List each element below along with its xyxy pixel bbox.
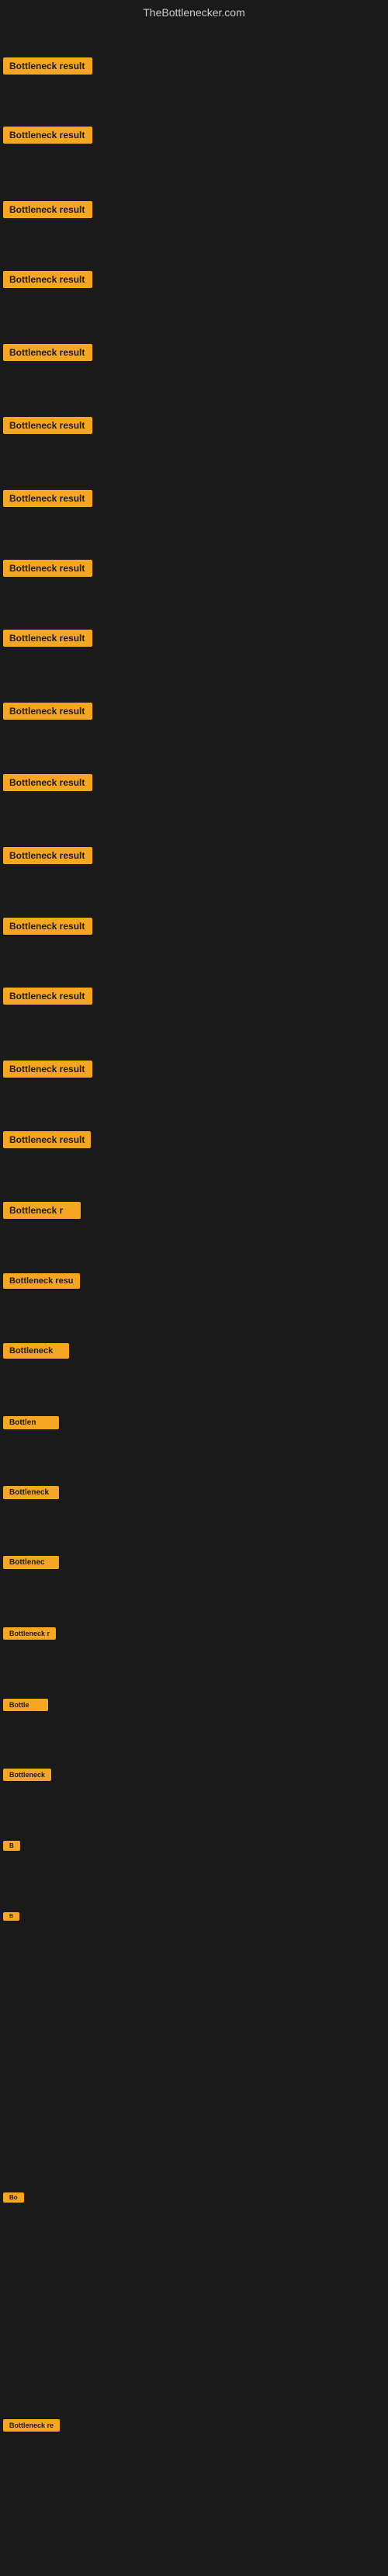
bottleneck-badge: Bottlen [3,1416,59,1429]
bottleneck-badge: B [3,1841,20,1851]
bottleneck-badge: Bottleneck result [3,1131,91,1148]
bottleneck-badge: Bottleneck re [3,2419,60,2432]
result-row: Bottleneck result [0,335,388,370]
bottleneck-badge: Bottleneck result [3,847,92,864]
result-row: Bottleneck result [0,621,388,655]
result-row: Bottleneck [0,1475,388,1509]
result-row: B [0,1828,388,1863]
result-row [0,2269,388,2303]
bottleneck-badge: Bottleneck result [3,271,92,288]
bottleneck-badge: Bottleneck [3,1486,59,1499]
result-row: Bottleneck result [0,1052,388,1086]
bottleneck-badge: Bottleneck result [3,918,92,935]
bottleneck-badge: Bottlenec [3,1556,59,1569]
result-row: Bottleneck result [0,408,388,443]
bottleneck-badge: Bottleneck result [3,630,92,647]
site-title: TheBottlenecker.com [0,0,388,22]
result-row: Bottleneck result [0,766,388,800]
result-row: Bottleneck result [0,49,388,83]
bottleneck-badge: Bottleneck result [3,1061,92,1078]
result-row: Bottleneck result [0,694,388,728]
result-row [0,2029,388,2064]
bottleneck-badge: Bo [3,2192,24,2203]
bottleneck-badge: Bottleneck r [3,1202,81,1219]
result-row: Bottleneck result [0,262,388,297]
result-row: Bottlenec [0,1545,388,1579]
result-row: Bo [0,2180,388,2214]
bottleneck-badge: Bottleneck [3,1343,69,1359]
result-row: Bottlen [0,1405,388,1439]
result-row: Bottleneck result [0,118,388,152]
bottleneck-badge: Bottleneck result [3,703,92,720]
result-row: Bottleneck [0,1334,388,1368]
result-row: Bottleneck [0,1758,388,1792]
bottleneck-badge: Bottleneck result [3,988,92,1005]
bottleneck-badge: Bottleneck result [3,201,92,218]
results-container: Bottleneck result Bottleneck result Bottle… [0,22,388,2576]
bottleneck-badge: Bottleneck r [3,1627,56,1640]
bottleneck-badge: Bottleneck result [3,560,92,577]
bottleneck-badge: Bottleneck result [3,127,92,144]
bottleneck-badge: B [3,1912,19,1921]
bottleneck-badge: Bottleneck [3,1769,51,1781]
result-row: B [0,1899,388,1933]
result-row: Bottleneck result [0,551,388,585]
result-row: Bottleneck re [0,2408,388,2442]
result-row: Bottleneck result [0,979,388,1013]
bottleneck-badge: Bottleneck result [3,344,92,361]
result-row: Bottle [0,1688,388,1722]
result-row: Bottleneck r [0,1616,388,1651]
bottleneck-badge: Bottleneck result [3,417,92,434]
result-row: Bottleneck resu [0,1264,388,1298]
result-row: Bottleneck result [0,481,388,516]
bottleneck-badge: Bottleneck result [3,57,92,75]
bottleneck-badge: Bottle [3,1699,48,1711]
result-row: Bottleneck result [0,193,388,227]
bottleneck-badge: Bottleneck resu [3,1273,80,1289]
result-row: Bottleneck result [0,1123,388,1157]
bottleneck-badge: Bottleneck result [3,490,92,507]
bottleneck-badge: Bottleneck result [3,774,92,791]
result-row: Bottleneck r [0,1193,388,1227]
result-row: Bottleneck result [0,909,388,943]
result-row: Bottleneck result [0,838,388,873]
site-header: TheBottlenecker.com [0,0,388,22]
